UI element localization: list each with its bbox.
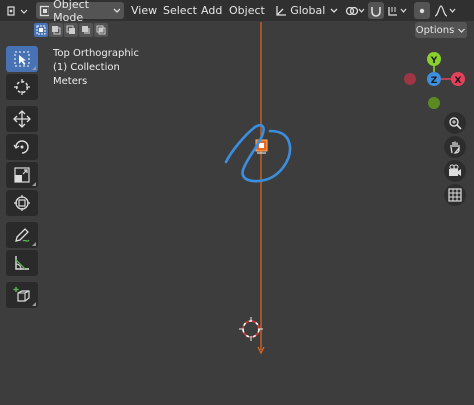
tool-transform[interactable] bbox=[6, 190, 38, 216]
gizmo-z-label: Z bbox=[431, 76, 438, 86]
tool-scale[interactable] bbox=[6, 162, 38, 188]
zoom-button[interactable] bbox=[444, 112, 466, 134]
select-subtract-icon bbox=[66, 25, 75, 34]
tool-annotate[interactable] bbox=[6, 222, 38, 248]
pan-hand-icon bbox=[450, 141, 460, 154]
camera-icon bbox=[449, 164, 461, 176]
cursor-icon bbox=[14, 79, 30, 95]
magnet-icon bbox=[371, 6, 381, 17]
select-extend-icon bbox=[52, 26, 61, 35]
menu-view[interactable]: View bbox=[129, 2, 159, 19]
select-box-icon bbox=[14, 51, 30, 67]
gizmo-neg-y-axis[interactable] bbox=[428, 97, 440, 109]
pivot-point-button[interactable] bbox=[343, 2, 367, 19]
select-extend-button[interactable] bbox=[49, 23, 63, 37]
annotate-icon bbox=[15, 228, 30, 242]
navigation-gizmo[interactable]: Y X Z bbox=[398, 46, 470, 118]
tool-select-box[interactable] bbox=[6, 46, 38, 72]
transform-icon bbox=[14, 195, 30, 211]
chevron-down-icon bbox=[330, 8, 338, 13]
tool-cursor[interactable] bbox=[6, 74, 38, 100]
link-icon bbox=[345, 6, 365, 15]
select-intersect-button[interactable] bbox=[94, 23, 108, 37]
menu-object-label: Object bbox=[229, 4, 265, 17]
falloff-curve-icon bbox=[434, 4, 456, 17]
menu-select-label: Select bbox=[163, 4, 197, 17]
tool-expand-indicator bbox=[32, 302, 36, 306]
measure-icon bbox=[15, 256, 29, 270]
selection-mode-buttons bbox=[34, 23, 108, 37]
orientation-label: Global bbox=[290, 4, 326, 17]
orientation-icon bbox=[276, 5, 286, 16]
menu-object[interactable]: Object bbox=[227, 2, 267, 19]
camera-view-button[interactable] bbox=[444, 160, 466, 182]
grid-icon bbox=[448, 188, 462, 202]
options-dropdown[interactable]: Options bbox=[415, 22, 467, 38]
snap-increment-icon bbox=[388, 6, 407, 16]
tool-measure[interactable] bbox=[6, 250, 38, 276]
select-invert-icon bbox=[82, 26, 90, 34]
chevron-down-icon bbox=[113, 8, 120, 13]
transform-orientation-dropdown[interactable]: Global bbox=[274, 2, 338, 19]
proportional-edit-toggle[interactable] bbox=[414, 2, 430, 19]
tool-move[interactable] bbox=[6, 106, 38, 132]
editor-type-icon bbox=[7, 5, 28, 16]
tool-rotate[interactable] bbox=[6, 134, 38, 160]
tool-expand-indicator bbox=[32, 66, 36, 70]
mode-dropdown[interactable]: Object Mode bbox=[36, 0, 124, 24]
gizmo-x-label: X bbox=[455, 76, 462, 86]
select-intersect-icon bbox=[96, 25, 106, 35]
object-mode-icon bbox=[39, 5, 50, 16]
snap-toggle[interactable] bbox=[368, 2, 384, 19]
snap-target-dropdown[interactable] bbox=[386, 2, 410, 19]
select-new-button[interactable] bbox=[34, 23, 48, 37]
options-label: Options bbox=[415, 24, 455, 36]
pan-button[interactable] bbox=[444, 136, 466, 158]
chevron-down-icon bbox=[458, 28, 466, 33]
select-new-icon bbox=[36, 25, 46, 35]
select-invert-button[interactable] bbox=[79, 23, 93, 37]
tool-add-cube[interactable] bbox=[6, 282, 38, 308]
mode-label: Object Mode bbox=[53, 0, 89, 24]
menu-view-label: View bbox=[131, 4, 158, 17]
object-origin-center bbox=[259, 143, 264, 148]
select-subtract-button[interactable] bbox=[64, 23, 78, 37]
3d-cursor[interactable] bbox=[239, 317, 263, 341]
falloff-dropdown[interactable] bbox=[432, 2, 458, 19]
view-name: Top Orthographic bbox=[53, 48, 139, 59]
viewport-header: Object Mode View Select Add Object Globa… bbox=[0, 0, 474, 24]
add-cube-icon bbox=[13, 287, 30, 302]
menu-add-label: Add bbox=[201, 4, 223, 17]
projection-toggle-button[interactable] bbox=[444, 184, 466, 206]
proportional-edit-icon bbox=[419, 8, 425, 13]
gizmo-neg-x-axis[interactable] bbox=[404, 73, 416, 85]
menu-add[interactable]: Add bbox=[199, 2, 224, 19]
zoom-icon bbox=[449, 117, 462, 130]
collection-name: (1) Collection bbox=[53, 62, 120, 73]
tool-expand-indicator bbox=[32, 242, 36, 246]
menu-select[interactable]: Select bbox=[161, 2, 199, 19]
tool-expand-indicator bbox=[32, 182, 36, 186]
scale-icon bbox=[14, 167, 30, 183]
move-icon bbox=[13, 110, 31, 128]
unit-label: Meters bbox=[53, 76, 88, 87]
editor-type-button[interactable] bbox=[4, 2, 30, 19]
gizmo-y-label: Y bbox=[430, 56, 438, 66]
rotate-icon bbox=[13, 140, 29, 154]
